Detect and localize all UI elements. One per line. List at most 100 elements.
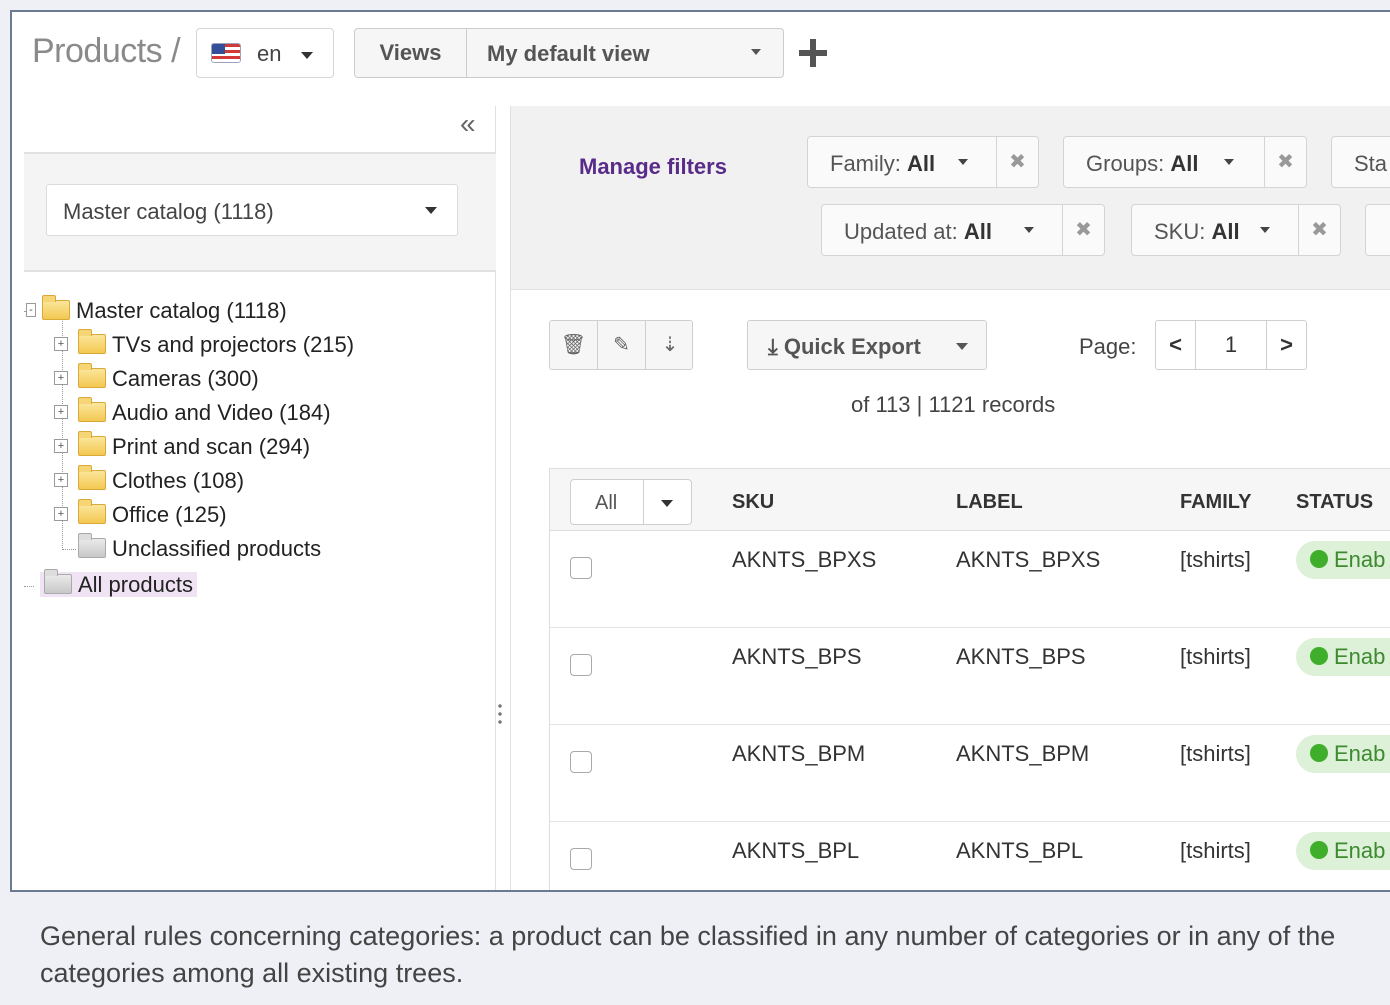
cell-label: AKNTS_BPL — [956, 838, 1084, 863]
row-checkbox[interactable] — [570, 654, 592, 676]
filter-label: Sta — [1354, 151, 1388, 176]
resize-handle[interactable] — [498, 702, 502, 726]
folder-icon — [78, 533, 106, 559]
table-row[interactable]: AKNTS_BPXS AKNTS_BPXS [tshirts] Enab — [550, 531, 1390, 628]
collapse-sidebar-icon[interactable]: « — [460, 108, 476, 140]
status-label: Enab — [1334, 547, 1386, 572]
folder-icon — [78, 499, 106, 525]
filter-label: Family: — [830, 151, 901, 176]
column-header-family[interactable]: FAMILY — [1180, 491, 1252, 514]
cell-label: AKNTS_BPM — [956, 741, 1090, 766]
cell-label: AKNTS_BPXS — [956, 547, 1101, 572]
download-icon: ⤓ — [768, 334, 778, 359]
chevron-down-icon — [1024, 227, 1034, 233]
filter-updated-at[interactable]: Updated at: All ✖ — [821, 204, 1105, 256]
page-number-input[interactable]: 1 — [1196, 321, 1266, 369]
chevron-down-icon — [1260, 227, 1270, 233]
category-sidebar: « Master catalog (1118) - Master catalog … — [24, 106, 496, 890]
filter-label: Updated at: — [844, 219, 958, 244]
status-dot-icon — [1310, 841, 1328, 860]
expand-node-icon[interactable]: + — [54, 473, 68, 488]
remove-filter-icon[interactable]: ✖ — [1062, 205, 1104, 255]
chevron-down-icon — [301, 52, 313, 59]
cell-family: [tshirts] — [1180, 838, 1251, 863]
locale-label: en — [257, 41, 282, 66]
tree-node-category[interactable]: + Print and scan (294) — [54, 431, 310, 462]
tree-node-label: Cameras (300) — [112, 366, 259, 391]
status-label: Enab — [1334, 741, 1386, 766]
tree-node-category[interactable]: + TVs and projectors (215) — [54, 329, 355, 360]
remove-filter-icon[interactable]: ✖ — [1298, 205, 1340, 255]
cell-sku: AKNTS_BPM — [732, 741, 866, 766]
records-count: of 113 | 1121 records — [851, 392, 1056, 417]
folder-open-icon — [42, 295, 70, 321]
edit-icon[interactable]: ✎ — [598, 321, 646, 369]
filter-sku[interactable]: SKU: All ✖ — [1131, 204, 1341, 256]
status-label: Enab — [1334, 838, 1386, 863]
table-row[interactable]: AKNTS_BPL AKNTS_BPL [tshirts] Enab — [550, 822, 1390, 890]
views-button[interactable]: Views — [355, 29, 467, 77]
filter-groups[interactable]: Groups: All ✖ — [1063, 136, 1307, 188]
expand-node-icon[interactable]: + — [54, 337, 68, 352]
tree-node-category[interactable]: + Office (125) — [54, 499, 227, 530]
prev-page-button[interactable]: < — [1156, 321, 1196, 369]
table-header: All SKU LABEL FAMILY STATUS — [550, 469, 1390, 531]
expand-node-icon[interactable]: + — [54, 507, 68, 522]
table-row[interactable]: AKNTS_BPM AKNTS_BPM [tshirts] Enab — [550, 725, 1390, 822]
app-window: Products / en Views My default view « Ma… — [10, 10, 1390, 892]
filter-value: All — [907, 151, 936, 176]
filter-family[interactable]: Family: All ✖ — [807, 136, 1039, 188]
filter-value: All — [1211, 219, 1240, 244]
tree-node-label: Office (125) — [112, 502, 227, 527]
tree-node-category[interactable]: + Clothes (108) — [54, 465, 245, 496]
expand-node-icon[interactable]: + — [54, 405, 68, 420]
add-view-icon[interactable] — [798, 38, 828, 68]
quick-export-button[interactable]: ⤓ Quick Export — [747, 320, 987, 370]
row-checkbox[interactable] — [570, 557, 592, 579]
select-all-dropdown[interactable]: All — [570, 479, 692, 525]
locale-switcher[interactable]: en — [196, 28, 334, 78]
filter-status[interactable]: Sta — [1331, 136, 1390, 188]
products-table: All SKU LABEL FAMILY STATUS AKNTS_BPXS A… — [549, 468, 1390, 890]
filter-value: All — [1170, 151, 1199, 176]
current-view-label[interactable]: My default view — [487, 41, 650, 67]
collapse-node-icon[interactable]: - — [26, 303, 36, 318]
column-header-sku[interactable]: SKU — [732, 491, 774, 514]
folder-icon — [78, 363, 106, 389]
chevron-down-icon — [1224, 159, 1234, 165]
chevron-down-icon — [958, 159, 968, 165]
row-checkbox[interactable] — [570, 848, 592, 870]
tree-node-unclassified[interactable]: Unclassified products — [78, 533, 322, 564]
tree-node-label: Clothes (108) — [112, 468, 245, 493]
tree-node-label: Unclassified products — [112, 536, 322, 561]
tree-node-all-products[interactable]: All products — [40, 569, 197, 600]
table-row[interactable]: AKNTS_BPS AKNTS_BPS [tshirts] Enab — [550, 628, 1390, 725]
column-header-status[interactable]: STATUS — [1296, 491, 1373, 514]
row-checkbox[interactable] — [570, 751, 592, 773]
page-title: Products / — [32, 32, 181, 70]
chevron-down-icon[interactable] — [751, 49, 761, 55]
status-badge: Enab — [1296, 541, 1390, 579]
remove-filter-icon[interactable]: ✖ — [996, 137, 1038, 187]
tree-node-master-catalog[interactable]: - Master catalog (1118) — [26, 295, 287, 326]
delete-icon[interactable]: 🗑 — [550, 321, 598, 369]
sort-icon[interactable]: ⇣ — [646, 321, 694, 369]
tree-selector-panel: Master catalog (1118) — [24, 152, 496, 272]
tree-select[interactable]: Master catalog (1118) — [46, 184, 458, 236]
remove-filter-icon[interactable]: ✖ — [1264, 137, 1306, 187]
tree-node-label: TVs and projectors (215) — [112, 332, 355, 357]
tree-node-label: Audio and Video (184) — [112, 400, 331, 425]
filter-more[interactable] — [1365, 204, 1390, 256]
column-header-label[interactable]: LABEL — [956, 491, 1023, 514]
views-selector[interactable]: Views My default view — [354, 28, 784, 78]
manage-filters-link[interactable]: Manage filters — [579, 154, 727, 180]
tree-node-category[interactable]: + Audio and Video (184) — [54, 397, 331, 428]
folder-icon — [78, 329, 106, 355]
expand-node-icon[interactable]: + — [54, 439, 68, 454]
status-badge: Enab — [1296, 735, 1390, 773]
folder-icon — [78, 465, 106, 491]
folder-icon — [44, 569, 72, 595]
next-page-button[interactable]: > — [1266, 321, 1306, 369]
expand-node-icon[interactable]: + — [54, 371, 68, 386]
tree-node-category[interactable]: + Cameras (300) — [54, 363, 259, 394]
